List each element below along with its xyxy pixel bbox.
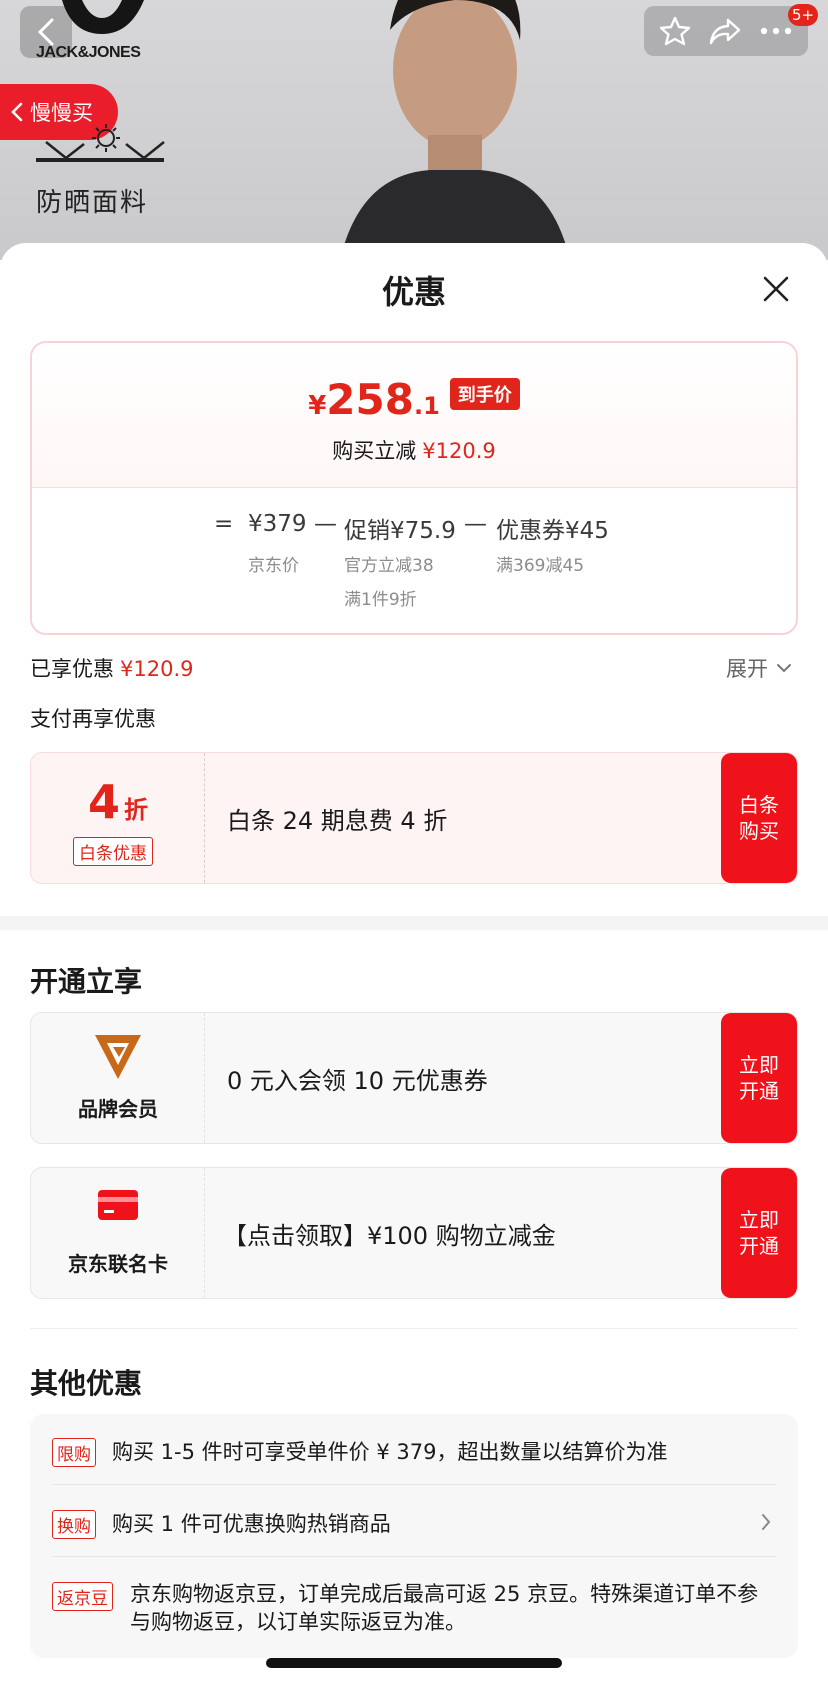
chevron-left-icon bbox=[11, 102, 23, 122]
divider bbox=[52, 1556, 776, 1557]
coupon-amount: 优惠券¥45 bbox=[496, 518, 609, 544]
enjoyed-value: ¥120.9 bbox=[120, 657, 194, 681]
member-text: 0 元入会领 10 元优惠券 bbox=[227, 1066, 488, 1095]
pay-more-heading: 支付再享优惠 bbox=[30, 707, 156, 731]
minus-sign: — bbox=[314, 511, 337, 537]
minus-sign: — bbox=[464, 511, 487, 537]
instant-discount-label: 购买立减 bbox=[332, 439, 417, 463]
instant-discount: 购买立减 ¥120.9 bbox=[32, 435, 796, 465]
divider bbox=[30, 1328, 798, 1329]
cobrand-open-button[interactable]: 立即 开通 bbox=[721, 1168, 797, 1298]
base-price: ¥379 bbox=[248, 511, 307, 537]
currency-symbol: ¥ bbox=[308, 391, 327, 421]
home-indicator bbox=[266, 1658, 562, 1668]
offer-left: 品牌会员 bbox=[31, 1013, 205, 1143]
equals-sign: = bbox=[214, 511, 234, 537]
open-section-title: 开通立享 bbox=[30, 965, 143, 998]
promo-amount: 促销¥75.9 bbox=[344, 518, 456, 544]
cobrand-caption: 京东联名卡 bbox=[68, 1252, 168, 1276]
other-offers-box: 限购 购买 1-5 件时可享受单件价 ¥ 379，超出数量以结算价为准 换购 购… bbox=[30, 1414, 798, 1658]
list-item: 限购 购买 1-5 件时可享受单件价 ¥ 379，超出数量以结算价为准 bbox=[30, 1436, 798, 1476]
offer-left: 4折 白条优惠 bbox=[31, 753, 205, 883]
enjoyed-label: 已享优惠 bbox=[30, 657, 114, 681]
slow-buy-label: 慢慢买 bbox=[30, 101, 93, 125]
instant-discount-value: ¥120.9 bbox=[422, 439, 496, 463]
baitiao-tag: 白条优惠 bbox=[73, 837, 153, 866]
credit-card-icon bbox=[98, 1190, 138, 1220]
exchange-text: 购买 1 件可优惠换购热销商品 bbox=[112, 1512, 391, 1536]
promo-detail-2: 满1件9折 bbox=[344, 590, 417, 610]
divider bbox=[52, 1484, 776, 1485]
final-price: ¥258.1 bbox=[308, 375, 440, 424]
brand-mark-icon bbox=[62, 0, 144, 34]
icon-wrap bbox=[31, 1033, 205, 1081]
product-image-header: JACK&JONES 5+ 慢慢买 防晒面料 bbox=[0, 0, 828, 260]
final-price-tag: 到手价 bbox=[449, 378, 520, 410]
limit-text: 购买 1-5 件时可享受单件价 ¥ 379，超出数量以结算价为准 bbox=[112, 1440, 668, 1464]
exchange-row[interactable]: 换购 购买 1 件可优惠换购热销商品 bbox=[30, 1508, 798, 1548]
brand-member-v-icon bbox=[95, 1035, 141, 1079]
brand-name: JACK&JONES bbox=[36, 44, 141, 61]
discount-number: 4 bbox=[87, 775, 120, 829]
member-open-button[interactable]: 立即 开通 bbox=[721, 1013, 797, 1143]
price-breakdown-card: ¥258.1 到手价 购买立减 ¥120.9 = ¥379 京东价 — 促销¥75… bbox=[30, 341, 798, 635]
jingdou-tag: 返京豆 bbox=[52, 1582, 113, 1611]
coupon-detail: 满369减45 bbox=[496, 556, 585, 576]
price-summary: ¥258.1 到手价 购买立减 ¥120.9 bbox=[32, 343, 796, 487]
cobrand-card-offer: 京东联名卡 【点击领取】¥100 购物立减金 立即 开通 bbox=[30, 1167, 798, 1299]
cobrand-text: 【点击领取】¥100 购物立减金 bbox=[223, 1221, 556, 1250]
feature-text: 防晒面料 bbox=[36, 188, 149, 218]
more-icon[interactable] bbox=[759, 26, 793, 36]
exchange-tag: 换购 bbox=[52, 1510, 96, 1539]
sun-protection-icon bbox=[36, 124, 165, 162]
sheet-title: 优惠 bbox=[381, 273, 446, 311]
message-badge: 5+ bbox=[788, 4, 819, 26]
close-icon[interactable] bbox=[760, 273, 792, 305]
expand-button[interactable]: 展开 bbox=[726, 653, 792, 683]
base-price-label: 京东价 bbox=[248, 556, 299, 576]
final-price-integer: 258 bbox=[326, 375, 414, 424]
brand-logo: JACK&JONES bbox=[36, 0, 156, 62]
other-section-title: 其他优惠 bbox=[30, 1367, 143, 1400]
member-offer: 品牌会员 0 元入会领 10 元优惠券 立即 开通 bbox=[30, 1012, 798, 1144]
expand-label: 展开 bbox=[726, 657, 768, 681]
enjoyed-discount: 已享优惠 ¥120.9 bbox=[30, 653, 193, 683]
chevron-right-icon bbox=[762, 1514, 771, 1530]
chevron-down-icon bbox=[777, 664, 791, 673]
feature-badge: 防晒面料 bbox=[36, 124, 186, 224]
star-icon[interactable] bbox=[659, 15, 691, 47]
icon-wrap bbox=[31, 1188, 205, 1222]
header-actions bbox=[644, 6, 808, 56]
model-photo bbox=[340, 0, 570, 260]
discount-value: 4折 bbox=[31, 775, 205, 829]
divider bbox=[32, 487, 796, 488]
limit-tag: 限购 bbox=[52, 1438, 96, 1467]
promo-detail-1: 官方立减38 bbox=[344, 556, 434, 576]
offer-left: 京东联名卡 bbox=[31, 1168, 205, 1298]
section-divider bbox=[0, 916, 828, 930]
member-caption: 品牌会员 bbox=[78, 1097, 158, 1121]
baitiao-buy-button[interactable]: 白条 购买 bbox=[721, 753, 797, 883]
discount-unit: 折 bbox=[124, 796, 148, 824]
final-price-decimal: .1 bbox=[413, 392, 440, 420]
baitiao-text: 白条 24 期息费 4 折 bbox=[227, 806, 448, 835]
list-item: 返京豆 京东购物返京豆，订单完成后最高可返 25 京豆。特殊渠道订单不参与购物返… bbox=[30, 1580, 798, 1640]
price-formula: = ¥379 京东价 — 促销¥75.9 官方立减38 满1件9折 — 优惠券¥… bbox=[32, 511, 796, 610]
jingdou-text: 京东购物返京豆，订单完成后最高可返 25 京豆。特殊渠道订单不参与购物返豆，以订… bbox=[130, 1582, 759, 1634]
baitiao-offer: 4折 白条优惠 白条 24 期息费 4 折 白条 购买 bbox=[30, 752, 798, 884]
share-icon[interactable] bbox=[708, 16, 742, 46]
